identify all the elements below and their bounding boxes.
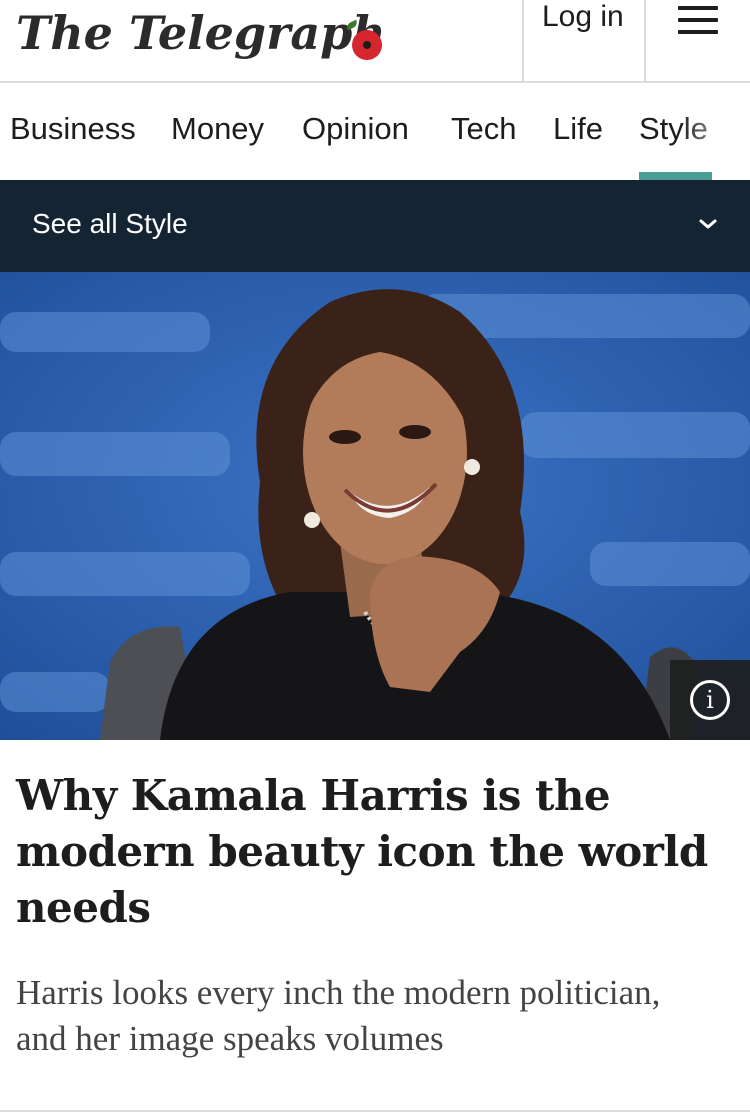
divider <box>0 1110 750 1112</box>
hamburger-bar <box>678 18 718 22</box>
see-all-style-dropdown[interactable]: See all Style <box>0 180 750 272</box>
hamburger-bar <box>678 30 718 34</box>
nav-item-opinion[interactable]: Opinion <box>302 111 409 147</box>
info-icon: i <box>690 680 730 720</box>
section-nav: Business Money Opinion Tech Life Style <box>0 84 750 180</box>
hamburger-bar <box>678 6 718 10</box>
nav-fade <box>680 84 750 172</box>
nav-item-business[interactable]: Business <box>10 111 136 147</box>
hero-image <box>0 272 750 740</box>
article-headline[interactable]: Why Kamala Harris is the modern beauty i… <box>16 768 716 936</box>
hamburger-icon[interactable] <box>646 0 750 82</box>
poppy-icon <box>352 30 382 60</box>
nav-item-tech[interactable]: Tech <box>451 111 516 147</box>
image-info-button[interactable]: i <box>670 660 750 740</box>
chevron-down-icon[interactable] <box>698 214 718 234</box>
hero-photo <box>0 272 750 740</box>
article-standfirst: Harris looks every inch the modern polit… <box>16 973 661 1058</box>
telegraph-logo[interactable]: The Telegraph <box>16 6 386 60</box>
nav-active-indicator <box>639 172 712 180</box>
nav-item-money[interactable]: Money <box>171 111 264 147</box>
login-button[interactable]: Log in <box>522 0 646 82</box>
see-all-label: See all Style <box>32 208 188 239</box>
login-label: Log in <box>542 0 624 33</box>
masthead: The Telegraph Log in <box>0 0 750 83</box>
nav-item-life[interactable]: Life <box>553 111 603 147</box>
